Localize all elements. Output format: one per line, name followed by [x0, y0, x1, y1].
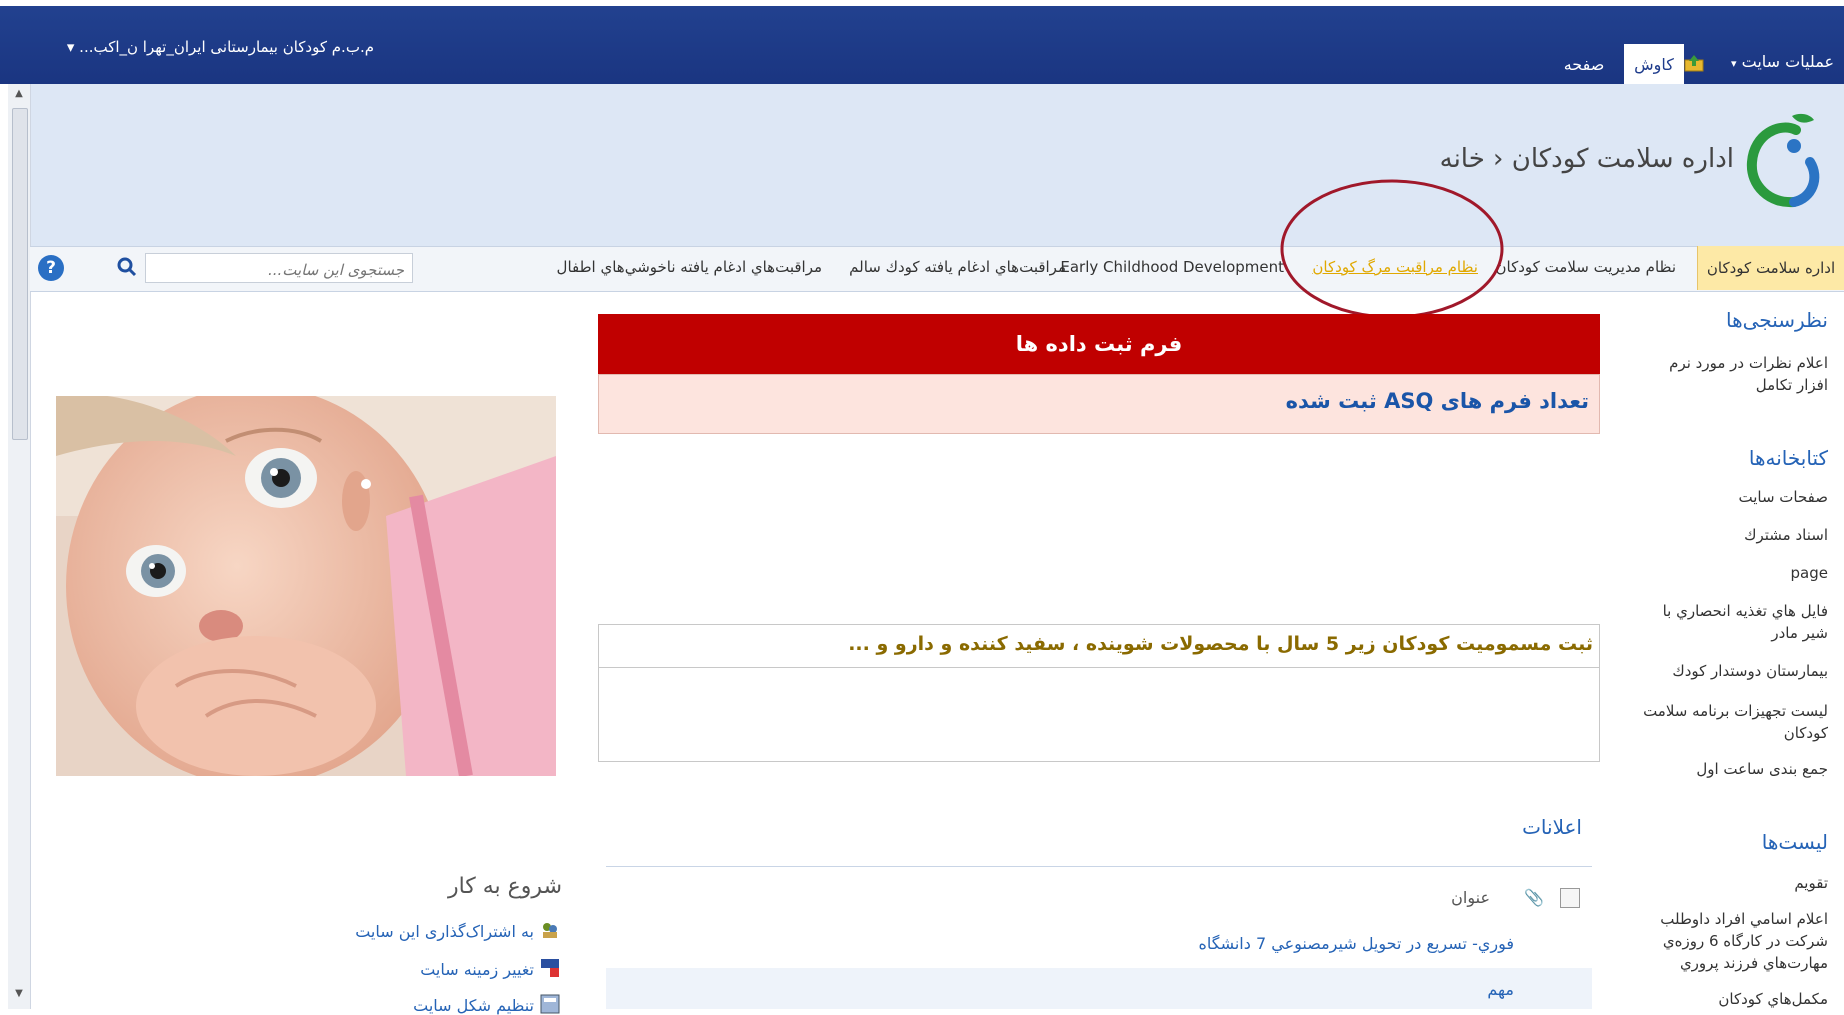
nav-item-early-childhood-development[interactable]: Early Childhood Development [1060, 258, 1284, 276]
scroll-up-icon[interactable]: ▲ [8, 88, 30, 104]
asq-count-link[interactable]: تعداد فرم های ASQ ثبت شده [1286, 389, 1589, 413]
form-section-title: فرم ثبت داده ها [598, 314, 1600, 374]
tab-browse[interactable]: كاوش [1624, 44, 1684, 84]
share-site-icon [543, 923, 557, 938]
quicklaunch-heading-lists[interactable]: ليست‌ها [1762, 830, 1828, 854]
quicklaunch-item[interactable]: فايل هاي تغذيه انحصاري با شير مادر [1638, 600, 1828, 644]
site-actions-menu[interactable]: عمليات سايت ▾ [1731, 52, 1834, 71]
quicklaunch-heading-surveys[interactable]: نظرسنجی‌ها [1726, 308, 1828, 332]
column-header-title[interactable]: عنوان [1451, 888, 1490, 907]
nav-item-integrated-healthy-child-care[interactable]: مراقبت‌هاي ادغام يافته كودك سالم [849, 258, 1066, 276]
site-layout-link[interactable]: تنظيم شكل سايت [413, 996, 534, 1015]
help-icon[interactable]: ? [38, 255, 64, 281]
announcements-title[interactable]: اعلانات [1522, 815, 1582, 839]
scroll-down-icon[interactable]: ▼ [8, 988, 30, 1004]
attachment-icon: 📎 [1524, 888, 1544, 907]
quicklaunch-item[interactable]: ليست تجهيزات برنامه سلامت كودكان [1638, 700, 1828, 744]
layout-icon [540, 994, 560, 1014]
quicklaunch-item[interactable]: صفحات سايت [1638, 486, 1828, 508]
share-site-link[interactable]: به اشتراک‌گذاری اين سايت [355, 922, 534, 941]
poisoning-form-panel: ثبت مسموميت كودكان زير 5 سال با محصولات … [598, 624, 1600, 762]
quicklaunch-item[interactable]: تقويم [1638, 872, 1828, 894]
page-breadcrumb[interactable]: اداره سلامت كودكان ‹ خانه [1440, 144, 1734, 174]
poisoning-form-header: ثبت مسموميت كودكان زير 5 سال با محصولات … [599, 625, 1599, 668]
site-selector-menu[interactable]: م.ب.م كودكان بيمارستانی ايران_تهرا ن_اكب… [67, 38, 374, 56]
search-input[interactable] [152, 258, 406, 282]
announcement-row [606, 968, 1592, 1009]
site-logo [1746, 113, 1820, 208]
quicklaunch-heading-libraries[interactable]: كتابخانه‌ها [1749, 446, 1828, 470]
quicklaunch-item[interactable]: جمع بندی ساعت اول [1638, 758, 1828, 780]
select-all-checkbox[interactable] [1560, 888, 1580, 908]
nav-item-child-health[interactable]: اداره سلامت كودكان [1697, 246, 1844, 290]
search-box [145, 253, 413, 283]
nav-item-child-health-management[interactable]: نظام مديريت سلامت كودكان [1496, 258, 1676, 276]
announcement-item[interactable]: مهم [1487, 980, 1514, 999]
theme-icon [541, 959, 559, 977]
form-section-body: تعداد فرم های ASQ ثبت شده [598, 374, 1600, 434]
tab-page[interactable]: صفحه [1554, 44, 1614, 84]
nav-item-integrated-childhood-illness[interactable]: مراقبت‌هاي ادغام يافته ناخوشي‌هاي اطفال [557, 258, 822, 276]
site-actions-label: عمليات سايت [1741, 52, 1834, 71]
navigate-up-icon[interactable] [1684, 54, 1704, 72]
announcements-divider [606, 866, 1592, 867]
change-theme-link[interactable]: تغيير زمينه سايت [420, 960, 534, 979]
getting-started-title: شروع به كار [447, 874, 562, 899]
quicklaunch-item[interactable]: اعلام نظرات در مورد نرم افزار تكامل [1638, 352, 1828, 396]
chevron-down-icon: ▾ [1730, 57, 1737, 70]
annotation-circle [1280, 179, 1504, 319]
announcement-item[interactable]: فوري- تسريع در تحويل شيرمصنوعي 7 دانشگاه [1198, 934, 1514, 953]
quicklaunch-item[interactable]: page [1638, 562, 1828, 584]
baby-photo [56, 396, 556, 776]
scroll-thumb[interactable] [12, 108, 28, 440]
quicklaunch-item[interactable]: اسناد مشترك [1638, 524, 1828, 546]
poisoning-form-title[interactable]: ثبت مسموميت كودكان زير 5 سال با محصولات … [848, 633, 1593, 655]
search-icon[interactable] [112, 253, 142, 283]
quicklaunch-item[interactable]: مكمل‌هاي كودكان [1638, 988, 1828, 1010]
quicklaunch-item[interactable]: اعلام اسامي افراد داوطلب شركت در كارگاه … [1638, 908, 1828, 974]
quicklaunch-item[interactable]: بيمارستان دوستدار كودك [1638, 660, 1828, 682]
